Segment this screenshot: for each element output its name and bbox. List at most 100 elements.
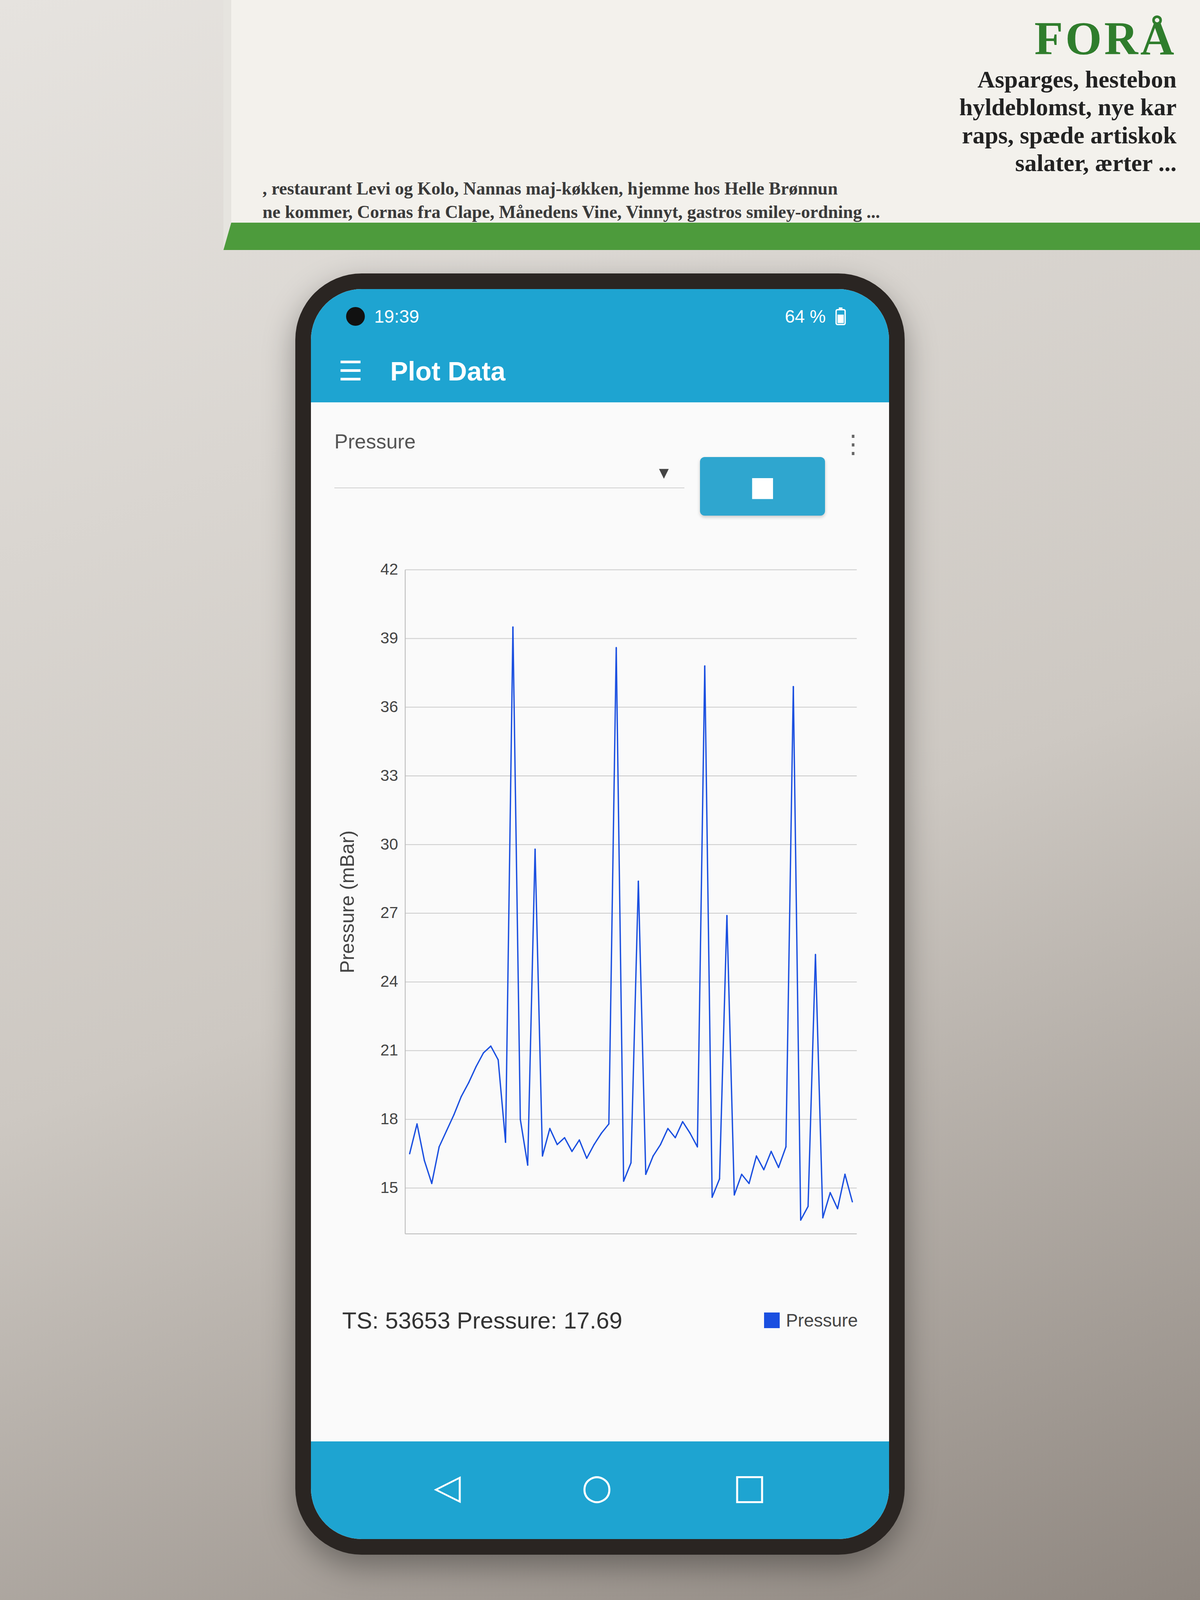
series-segment: [726, 915, 735, 1195]
y-tick: 21: [380, 1041, 399, 1059]
series-segment: [476, 1053, 484, 1067]
series-segment: [439, 1130, 447, 1147]
y-tick: 33: [380, 766, 399, 785]
series-segment: [417, 1123, 425, 1161]
series-segment: [535, 849, 543, 1157]
nav-button[interactable]: ◁: [433, 1466, 461, 1508]
y-tick: 30: [380, 835, 399, 854]
y-axis-label: Pressure (mBar): [336, 830, 359, 974]
series-segment: [453, 1096, 462, 1115]
x-axis: [405, 1233, 857, 1235]
series-segment: [749, 1155, 757, 1184]
series-segment: [490, 1046, 499, 1060]
series-segment: [704, 666, 713, 1198]
magazine-headline: raps, spæde artiskok: [962, 121, 1177, 150]
y-tick: 18: [380, 1109, 399, 1128]
magazine-headline: Asparges, hestebon: [977, 65, 1177, 94]
series-segment: [778, 1146, 786, 1168]
series-segment: [527, 849, 536, 1166]
app-title: Plot Data: [390, 355, 506, 387]
series-segment: [468, 1066, 477, 1083]
series-segment: [697, 666, 705, 1147]
series-segment: [424, 1160, 432, 1184]
battery-icon: [835, 307, 847, 326]
series-segment: [638, 881, 646, 1175]
series-selector[interactable]: Pressure ▾: [334, 425, 685, 489]
grid-line: [405, 844, 857, 845]
series-segment: [844, 1174, 853, 1202]
magazine-headline: salater, ærter ...: [1015, 149, 1177, 177]
more-icon[interactable]: ⋮: [840, 425, 866, 459]
nav-button[interactable]: □: [732, 1466, 767, 1508]
series-segment: [756, 1155, 764, 1170]
series-segment: [830, 1192, 838, 1209]
dropdown-arrow-icon[interactable]: ▾: [658, 460, 669, 484]
series-segment: [800, 1206, 809, 1220]
series-segment: [660, 1128, 668, 1145]
series-segment: [557, 1137, 565, 1145]
legend-swatch: [764, 1312, 780, 1329]
series-segment: [822, 1192, 831, 1218]
grid-line: [405, 569, 857, 571]
series-segment: [719, 915, 727, 1179]
series-segment: [630, 881, 639, 1163]
series-segment: [505, 626, 513, 1143]
series-segment: [645, 1155, 654, 1175]
series-segment: [682, 1121, 691, 1133]
grid-line: [405, 1187, 857, 1189]
series-segment: [608, 647, 617, 1124]
series-segment: [785, 686, 794, 1147]
desk-scene: FORÅAsparges, hestebonhyldeblomst, nye k…: [0, 0, 1200, 1600]
y-tick: 39: [380, 628, 399, 647]
series-segment: [675, 1121, 683, 1138]
y-tick: 15: [380, 1178, 399, 1197]
series-segment: [586, 1144, 595, 1159]
series-segment: [550, 1128, 558, 1145]
series-segment: [808, 954, 816, 1207]
series-segment: [712, 1178, 720, 1198]
battery-level: 64 %: [784, 305, 826, 327]
series-segment: [498, 1059, 506, 1143]
y-tick: 42: [380, 560, 399, 579]
phone: 19:39 64 % ☰ Plot Data Pressure ▾ ■ ⋮ Pressure (…: [295, 273, 905, 1555]
series-segment: [763, 1151, 772, 1170]
menu-icon[interactable]: ☰: [338, 355, 363, 388]
y-tick: 36: [380, 697, 399, 716]
series-segment: [616, 647, 624, 1182]
magazine-headline: hyldeblomst, nye kar: [959, 93, 1177, 122]
magazine-caption: ne kommer, Cornas fra Clape, Månedens Vi…: [262, 200, 1177, 224]
series-segment: [815, 954, 824, 1218]
grid-line: [405, 637, 857, 639]
series-segment: [512, 626, 521, 1120]
series-segment: [483, 1046, 492, 1054]
status-time: 19:39: [374, 305, 420, 327]
series-segment: [741, 1174, 750, 1184]
plot-panel: Pressure▾■⋮Pressure (mBar)15182124273033…: [310, 402, 890, 1442]
series-segment: [564, 1137, 572, 1152]
series-segment: [734, 1174, 742, 1195]
phone-screen: 19:39 64 % ☰ Plot Data Pressure ▾ ■ ⋮ Pressure (…: [310, 289, 890, 1540]
series-segment: [571, 1139, 580, 1152]
grid-line: [405, 1050, 857, 1052]
grid-line: [405, 706, 857, 708]
series-segment: [542, 1128, 550, 1156]
series-segment: [409, 1123, 418, 1154]
pressure-chart: Pressure (mBar)15182124273033363942: [334, 519, 866, 1293]
y-tick: 24: [380, 972, 399, 991]
y-axis: [404, 569, 406, 1234]
status-bar: 19:39 64 %: [310, 289, 890, 340]
nav-button[interactable]: ○: [581, 1466, 613, 1508]
grid-line: [405, 775, 857, 777]
pressure-series: [409, 626, 853, 1220]
nav-bar: ◁ ○ □: [310, 1441, 890, 1540]
series-segment: [601, 1123, 609, 1133]
magazine-title: FORÅ: [1034, 11, 1177, 66]
series-segment: [461, 1082, 469, 1097]
series-segment: [793, 686, 801, 1221]
series-segment: [623, 1162, 631, 1182]
selector-label: Pressure: [334, 429, 685, 454]
magazine: FORÅAsparges, hestebonhyldeblomst, nye k…: [223, 0, 1200, 250]
series-segment: [520, 1119, 528, 1166]
series-segment: [431, 1146, 440, 1184]
stop-button[interactable]: ■: [700, 457, 825, 516]
